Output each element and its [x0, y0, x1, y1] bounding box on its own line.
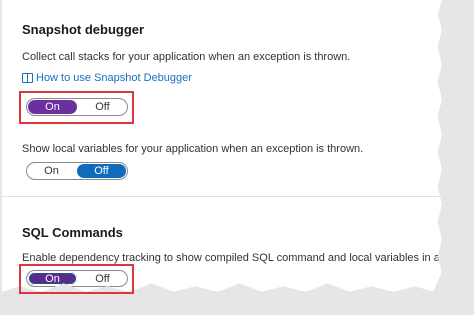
sql-commands-heading: SQL Commands	[22, 225, 123, 240]
settings-panel: Snapshot debugger Collect call stacks fo…	[2, 0, 442, 292]
snapshot-toggle-highlight	[19, 91, 134, 124]
local-vars-toggle-on[interactable]: On	[27, 163, 76, 179]
local-vars-description: Show local variables for your applicatio…	[22, 143, 364, 155]
local-vars-toggle[interactable]: On Off	[26, 162, 128, 180]
book-icon	[22, 73, 33, 83]
sql-toggle-highlight	[19, 264, 134, 294]
snapshot-debugger-heading: Snapshot debugger	[22, 22, 145, 37]
snapshot-help-link-label: How to use Snapshot Debugger	[36, 72, 192, 84]
snapshot-help-link[interactable]: How to use Snapshot Debugger	[22, 72, 192, 84]
section-divider	[2, 196, 442, 197]
sql-description: Enable dependency tracking to show compi…	[22, 252, 474, 264]
torn-edge-background	[442, 0, 474, 315]
snapshot-description: Collect call stacks for your application…	[22, 51, 351, 63]
local-vars-toggle-off[interactable]: Off	[77, 164, 126, 178]
